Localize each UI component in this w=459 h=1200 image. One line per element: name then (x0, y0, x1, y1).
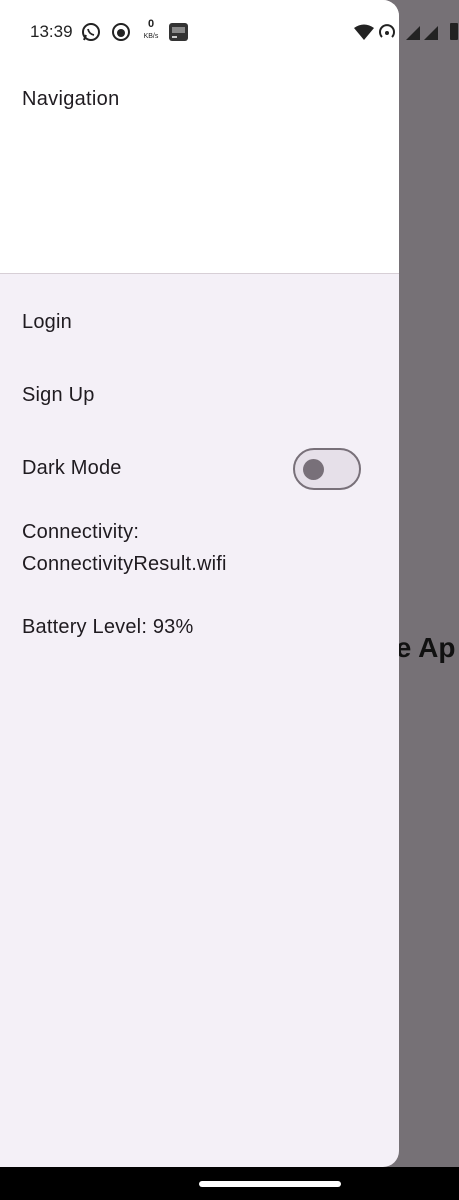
screen-record-icon (168, 22, 189, 47)
drawer-item-sign-up[interactable]: Sign Up (22, 384, 95, 407)
connectivity-info: Connectivity: ConnectivityResult.wifi (22, 516, 227, 580)
network-speed-unit: KB/s (143, 33, 159, 40)
battery-icon (449, 21, 459, 46)
signal-icon (404, 22, 444, 47)
wifi-icon (354, 24, 374, 45)
switch-knob (303, 459, 324, 480)
drawer-item-login[interactable]: Login (22, 311, 72, 334)
navigation-drawer: 13:39 0 KB/s Navigation Login Sign Up Da… (0, 0, 399, 1167)
drawer-header-title: Navigation (22, 88, 120, 110)
network-speed-indicator: 0 KB/s (140, 18, 162, 41)
hotspot-icon (378, 23, 396, 46)
app-notification-icon (111, 22, 131, 47)
home-gesture-handle[interactable] (199, 1181, 341, 1187)
system-navigation-bar (0, 1167, 459, 1200)
drawer-header: 13:39 0 KB/s (0, 0, 399, 274)
network-speed-value: 0 (147, 18, 155, 30)
connectivity-value: ConnectivityResult.wifi (22, 553, 227, 575)
whatsapp-icon (81, 22, 101, 47)
dark-mode-label: Dark Mode (22, 457, 122, 479)
battery-level: Battery Level: 93% (22, 616, 194, 638)
dark-mode-switch[interactable] (293, 448, 361, 490)
status-time: 13:39 (30, 22, 73, 41)
connectivity-label: Connectivity: (22, 521, 140, 543)
